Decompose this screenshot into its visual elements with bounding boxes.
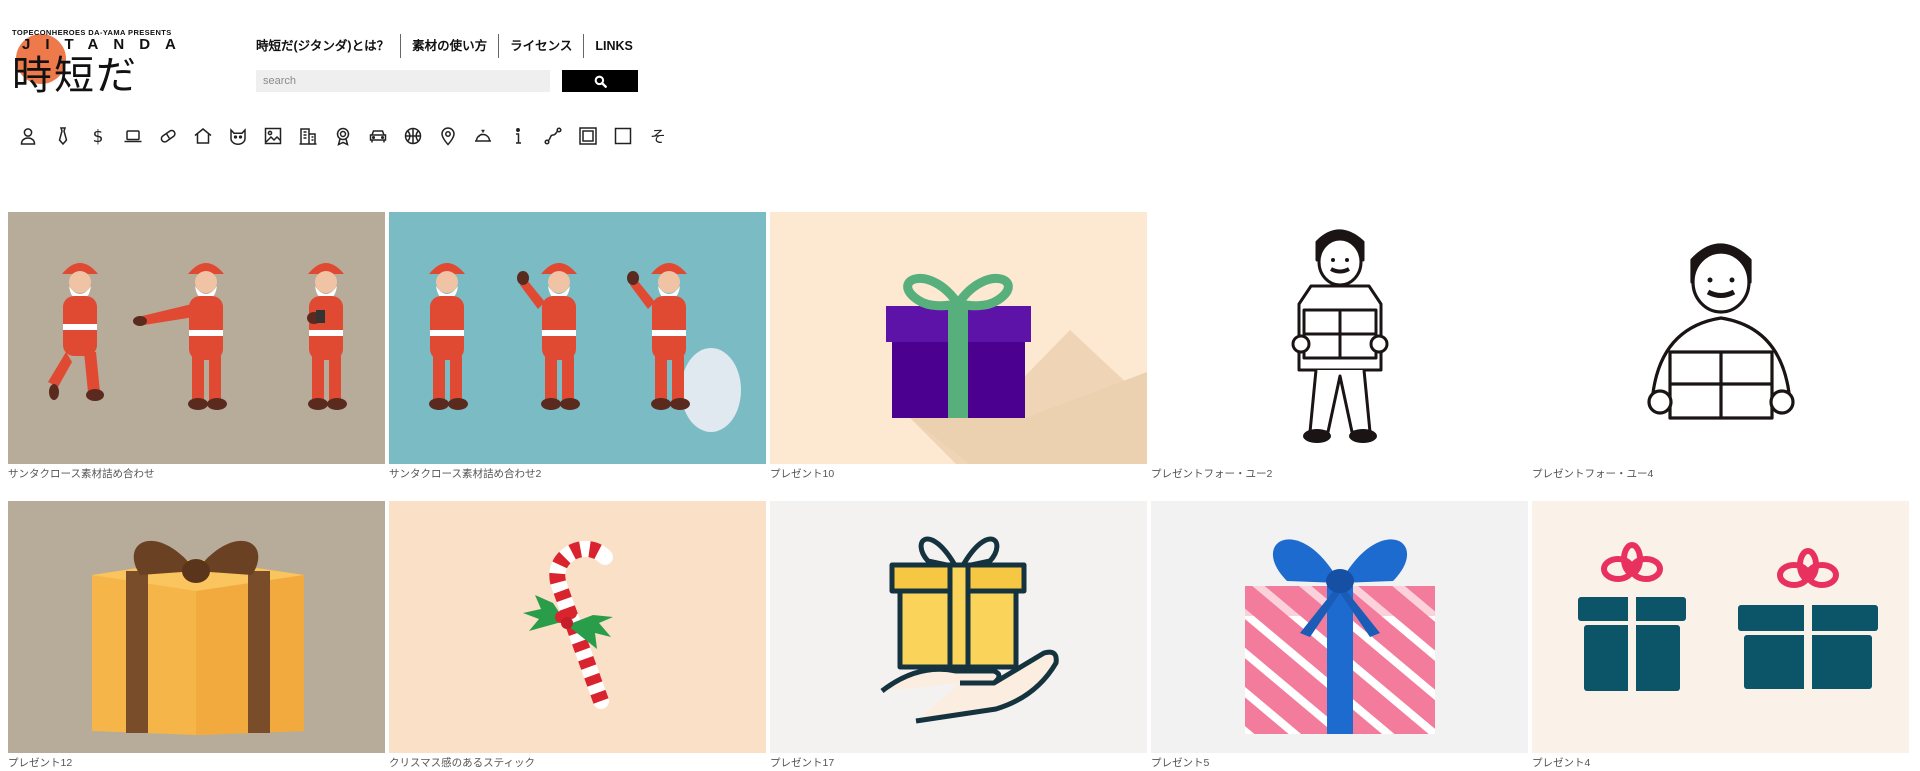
- nav-link-license[interactable]: ライセンス: [499, 38, 583, 54]
- illustration-grid: サンタクロース素材詰め合わせ サンタクロース素材詰め合わせ2 プレゼント10 プ…: [8, 212, 1909, 771]
- gallery-caption[interactable]: プレゼント10: [770, 468, 1147, 481]
- man-holding-gift-illustration: [1532, 212, 1909, 464]
- gallery-card[interactable]: プレゼントフォー・ユー2: [1151, 212, 1528, 501]
- gallery-card[interactable]: サンタクロース素材詰め合わせ: [8, 212, 385, 501]
- laptop-icon: [124, 130, 141, 143]
- category-medical[interactable]: [150, 123, 185, 149]
- category-person[interactable]: [10, 123, 45, 149]
- basketball-icon: [404, 127, 421, 145]
- dollar-icon: $: [92, 127, 103, 146]
- house-icon: [194, 128, 211, 144]
- gallery-card[interactable]: プレゼント5: [1151, 501, 1528, 771]
- gallery-card[interactable]: プレゼント10: [770, 212, 1147, 501]
- teal-gifts-illustration: [1532, 501, 1909, 753]
- square-icon: [614, 127, 631, 145]
- category-business[interactable]: [45, 123, 80, 149]
- other-icon: そ: [649, 127, 665, 146]
- logo-brand-text: JITANDA: [22, 36, 191, 53]
- category-square[interactable]: [605, 123, 640, 149]
- category-picture[interactable]: [255, 123, 290, 149]
- gallery-card[interactable]: プレゼント17: [770, 501, 1147, 771]
- category-map[interactable]: [430, 123, 465, 149]
- gallery-caption[interactable]: サンタクロース素材詰め合わせ: [8, 468, 385, 481]
- top-navigation: 時短だ(ジタンダ)とは？ 素材の使い方 ライセンス LINKS: [256, 34, 644, 58]
- gallery-thumbnail[interactable]: [1532, 212, 1909, 464]
- nav-link-how-to-use[interactable]: 素材の使い方: [401, 38, 498, 54]
- gallery-card[interactable]: クリスマス感のあるスティック: [389, 501, 766, 771]
- search-input[interactable]: [256, 70, 550, 92]
- gallery-caption[interactable]: プレゼント4: [1532, 757, 1909, 770]
- category-house[interactable]: [185, 123, 220, 149]
- gallery-card[interactable]: プレゼント4: [1532, 501, 1909, 771]
- route-icon: [543, 127, 562, 145]
- car-icon: [369, 130, 386, 143]
- gallery-card[interactable]: サンタクロース素材詰め合わせ2: [389, 212, 766, 501]
- gallery-thumbnail[interactable]: [770, 212, 1147, 464]
- pink-gift-illustration: [1151, 501, 1528, 753]
- gallery-caption[interactable]: クリスマス感のあるスティック: [389, 757, 766, 770]
- food-cover-icon: [474, 129, 491, 142]
- category-route[interactable]: [535, 123, 570, 149]
- site-logo[interactable]: TOPECONHEROES DA-YAMA PRESENTS JITANDA 時…: [12, 28, 182, 100]
- purple-gift-illustration: [770, 212, 1147, 464]
- gallery-thumbnail[interactable]: [770, 501, 1147, 753]
- category-vehicle[interactable]: [360, 123, 395, 149]
- necktie-icon: [58, 127, 67, 146]
- category-money[interactable]: $: [80, 123, 115, 149]
- candy-cane-illustration: [389, 501, 766, 753]
- map-pin-icon: [440, 127, 455, 146]
- cat-icon: [229, 128, 246, 146]
- gallery-caption[interactable]: プレゼントフォー・ユー4: [1532, 468, 1909, 481]
- gallery-caption[interactable]: サンタクロース素材詰め合わせ2: [389, 468, 766, 481]
- pill-icon: [160, 129, 176, 143]
- brown-ribbon-gift-illustration: [8, 501, 385, 753]
- logo-kanji-text: 時短だ: [12, 53, 138, 99]
- category-other[interactable]: そ: [640, 123, 675, 149]
- gallery-caption[interactable]: プレゼントフォー・ユー2: [1151, 468, 1528, 481]
- hand-holding-gift-illustration: [770, 501, 1147, 753]
- picture-icon: [264, 127, 281, 145]
- category-food[interactable]: [465, 123, 500, 149]
- person-icon: [20, 128, 35, 145]
- category-award[interactable]: [325, 123, 360, 149]
- gallery-thumbnail[interactable]: [1151, 501, 1528, 753]
- building-icon: [299, 128, 316, 145]
- man-holding-gift-illustration: [1151, 212, 1528, 464]
- gallery-thumbnail[interactable]: [8, 212, 385, 464]
- nav-link-links[interactable]: LINKS: [584, 38, 644, 54]
- category-info[interactable]: [500, 123, 535, 149]
- category-animal[interactable]: [220, 123, 255, 149]
- search-button[interactable]: [562, 70, 638, 92]
- gallery-card[interactable]: プレゼント12: [8, 501, 385, 771]
- nav-link-about[interactable]: 時短だ(ジタンダ)とは？: [256, 38, 400, 54]
- category-frame[interactable]: [570, 123, 605, 149]
- medal-icon: [336, 127, 349, 146]
- category-it[interactable]: [115, 123, 150, 149]
- search-icon: [594, 75, 607, 88]
- gallery-thumbnail[interactable]: [389, 212, 766, 464]
- svg-text:$: $: [92, 127, 103, 146]
- santa-set-illustration: [8, 212, 385, 464]
- info-icon: [515, 128, 521, 144]
- category-sports[interactable]: [395, 123, 430, 149]
- frame-icon: [578, 127, 597, 145]
- category-icon-bar: $ そ: [10, 123, 675, 149]
- gallery-thumbnail[interactable]: [1151, 212, 1528, 464]
- gallery-thumbnail[interactable]: [389, 501, 766, 753]
- gallery-caption[interactable]: プレゼント17: [770, 757, 1147, 770]
- gallery-thumbnail[interactable]: [8, 501, 385, 753]
- svg-text:そ: そ: [649, 127, 665, 146]
- gallery-caption[interactable]: プレゼント5: [1151, 757, 1528, 770]
- gallery-caption[interactable]: プレゼント12: [8, 757, 385, 770]
- category-building[interactable]: [290, 123, 325, 149]
- gallery-thumbnail[interactable]: [1532, 501, 1909, 753]
- santa-set-illustration: [389, 212, 766, 464]
- gallery-card[interactable]: プレゼントフォー・ユー4: [1532, 212, 1909, 501]
